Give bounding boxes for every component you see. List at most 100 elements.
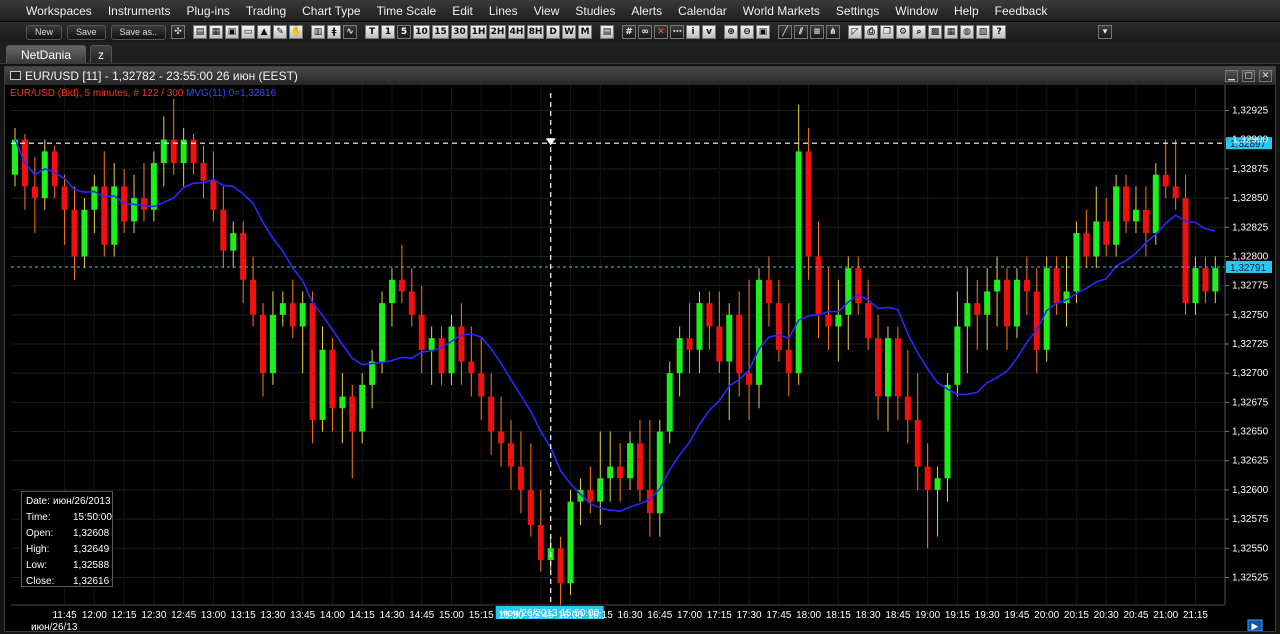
x-tick-label: 13:00 xyxy=(201,610,226,621)
x-tick-label: 16:30 xyxy=(618,610,643,621)
info-row-low: Low: 1,32588 xyxy=(26,560,109,572)
timeframe-15-button[interactable]: 15 xyxy=(432,25,450,39)
menu-edit[interactable]: Edit xyxy=(444,0,481,22)
new-button[interactable]: New xyxy=(26,24,63,40)
search-icon[interactable]: ⌕ xyxy=(912,25,927,39)
candle xyxy=(666,361,673,444)
hand-icon[interactable]: ✋ xyxy=(289,25,304,39)
trendline-icon[interactable]: ╱ xyxy=(778,25,793,39)
timeframe-10-button[interactable]: 10 xyxy=(413,25,431,39)
menu-plug-ins[interactable]: Plug-ins xyxy=(179,0,238,22)
layout-icon[interactable]: ▤ xyxy=(600,25,615,39)
copy-icon[interactable]: ❐ xyxy=(880,25,895,39)
timeframe-t-button[interactable]: T xyxy=(365,25,380,39)
chart-background xyxy=(5,85,1275,631)
line-chart-icon[interactable]: ∿ xyxy=(343,25,358,39)
timeframe-m-button[interactable]: M xyxy=(578,25,593,39)
maximize-icon[interactable]: ▢ xyxy=(1242,70,1255,82)
menu-workspaces[interactable]: Workspaces xyxy=(18,0,100,22)
info-label: Time: xyxy=(26,512,51,523)
timeframe-1h-button[interactable]: 1H xyxy=(470,25,488,39)
x-tick-label: 16:45 xyxy=(647,610,672,621)
color-icon[interactable]: ◍ xyxy=(960,25,975,39)
candle-body xyxy=(656,431,663,514)
bar-chart-icon[interactable]: ǂ xyxy=(327,25,342,39)
timeframe-5-button[interactable]: 5 xyxy=(397,25,412,39)
candle-body xyxy=(1004,279,1010,327)
menu-feedback[interactable]: Feedback xyxy=(987,0,1056,22)
zoom-in-icon[interactable]: ⊕ xyxy=(724,25,739,39)
info-value: 1,32608 xyxy=(73,528,110,539)
menu-time-scale[interactable]: Time Scale xyxy=(369,0,445,22)
chart-window-titlebar[interactable]: EUR/USD [11] - 1,32782 - 23:55:00 26 июн… xyxy=(5,67,1275,85)
timeframe-d-button[interactable]: D xyxy=(546,25,561,39)
grid-toggle-icon[interactable]: ▦ xyxy=(944,25,959,39)
menu-trading[interactable]: Trading xyxy=(238,0,294,22)
table-icon[interactable]: ▦ xyxy=(209,25,224,39)
image-icon[interactable]: ▣ xyxy=(225,25,240,39)
candle-body xyxy=(289,303,296,327)
candle-body xyxy=(1212,268,1219,292)
menu-world-markets[interactable]: World Markets xyxy=(735,0,828,22)
zoom-fit-icon[interactable]: ▣ xyxy=(756,25,771,39)
settings-icon[interactable]: ⚙ xyxy=(896,25,911,39)
menu-instruments[interactable]: Instruments xyxy=(100,0,179,22)
save-as-button[interactable]: Save as.. xyxy=(110,24,167,40)
edit-icon[interactable]: ✎ xyxy=(273,25,288,39)
upload-icon[interactable]: ▲ xyxy=(257,25,272,39)
bidask-icon[interactable]: ⋯ xyxy=(670,25,685,39)
price-chart[interactable]: 1,328971,32791июн/26/2013 15:50:00 1,329… xyxy=(5,85,1275,631)
menu-calendar[interactable]: Calendar xyxy=(670,0,735,22)
y-tick-label: 1,32925 xyxy=(1232,106,1269,117)
channel-icon[interactable]: ⫽ xyxy=(794,25,809,39)
tools-icon[interactable]: ✣ xyxy=(171,25,186,39)
scroll-right-icon[interactable]: ▶ xyxy=(1247,619,1263,631)
candlestick-chart-icon[interactable]: ▥ xyxy=(311,25,326,39)
fibonacci-icon[interactable]: ≡ xyxy=(810,25,825,39)
link-icon[interactable]: ∞ xyxy=(638,25,653,39)
candle-body xyxy=(607,466,614,479)
timeframe-1-button[interactable]: 1 xyxy=(381,25,396,39)
zoom-out-icon[interactable]: ⊖ xyxy=(740,25,755,39)
timeframe-8h-button[interactable]: 8H xyxy=(527,25,545,39)
tab-netdania[interactable]: NetDania xyxy=(6,45,86,63)
y-tick-label: 1,32875 xyxy=(1232,164,1269,175)
info-label: Low: xyxy=(26,560,48,571)
timeframe-2h-button[interactable]: 2H xyxy=(489,25,507,39)
timeframe-w-button[interactable]: W xyxy=(562,25,577,39)
save-button[interactable]: Save xyxy=(67,24,106,40)
menu-alerts[interactable]: Alerts xyxy=(623,0,670,22)
x-tick-label: 19:30 xyxy=(975,610,1000,621)
template-icon[interactable]: ▧ xyxy=(976,25,991,39)
print-icon[interactable]: ⎙ xyxy=(864,25,879,39)
volume-icon[interactable]: v xyxy=(702,25,717,39)
grid-icon[interactable]: # xyxy=(622,25,637,39)
candle-body xyxy=(359,384,366,432)
minimize-icon[interactable]: ▁ xyxy=(1225,70,1238,82)
document-icon[interactable]: ▭ xyxy=(241,25,256,39)
draw-icon[interactable]: ◸ xyxy=(848,25,863,39)
info-label: Close: xyxy=(26,576,55,587)
candle-body xyxy=(527,489,534,525)
open-icon[interactable]: ▤ xyxy=(193,25,208,39)
menu-lines[interactable]: Lines xyxy=(481,0,526,22)
menu-view[interactable]: View xyxy=(526,0,568,22)
info-icon[interactable]: i xyxy=(686,25,701,39)
help-icon[interactable]: ? xyxy=(992,25,1007,39)
menu-chart-type[interactable]: Chart Type xyxy=(294,0,368,22)
menu-settings[interactable]: Settings xyxy=(828,0,887,22)
tab-z[interactable]: z xyxy=(90,45,112,63)
close-icon[interactable]: ✕ xyxy=(1259,70,1272,82)
timeframe-30-button[interactable]: 30 xyxy=(451,25,469,39)
candle xyxy=(1073,221,1080,304)
pitchfork-icon[interactable]: ⋔ xyxy=(826,25,841,39)
menu-studies[interactable]: Studies xyxy=(567,0,623,22)
delete-icon[interactable]: ✕ xyxy=(654,25,669,39)
menu-help[interactable]: Help xyxy=(946,0,987,22)
toolbar: New Save Save as.. ✣ ▤ ▦ ▣ ▭ ▲ ✎ ✋ ▥ ǂ ∿… xyxy=(0,22,1280,42)
toolbar-menu-icon[interactable]: ▾ xyxy=(1098,25,1113,39)
x-tick-label: 13:30 xyxy=(260,610,285,621)
timeframe-4h-button[interactable]: 4H xyxy=(508,25,526,39)
palette-icon[interactable]: ▩ xyxy=(928,25,943,39)
menu-window[interactable]: Window xyxy=(887,0,946,22)
